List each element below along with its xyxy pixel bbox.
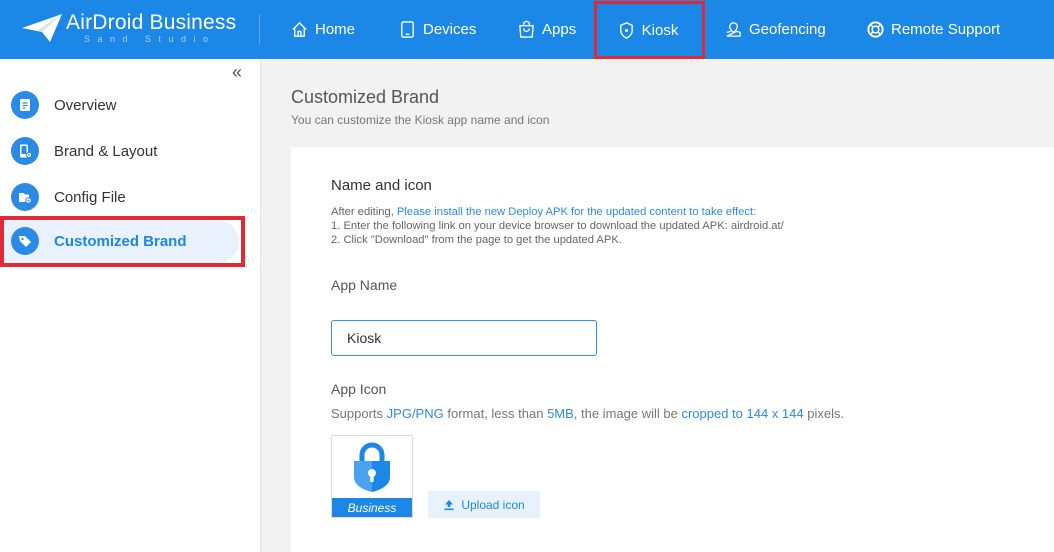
- app-icon-preview: Business: [331, 435, 413, 518]
- sidebar-item-label: Config File: [54, 188, 126, 206]
- settings-card: Name and icon After editing, Please inst…: [291, 147, 1054, 552]
- sidebar-item-label: Customized Brand: [54, 233, 187, 250]
- nav-home[interactable]: Home: [290, 0, 355, 59]
- size-highlight: 5MB: [547, 406, 574, 421]
- lock-icon: [619, 21, 633, 39]
- folder-settings-icon: [11, 183, 39, 211]
- header-divider: [259, 14, 260, 45]
- paper-plane-logo-icon: [22, 14, 62, 42]
- brand-subtitle: Sand Studio: [84, 34, 216, 44]
- upload-icon-button[interactable]: Upload icon: [428, 491, 540, 518]
- upload-icon-label: Upload icon: [461, 497, 525, 512]
- nav-geofencing-label: Geofencing: [749, 21, 826, 38]
- top-navigation-bar: AirDroid Business Sand Studio Home Devic…: [0, 0, 1054, 59]
- page-title: Customized Brand: [291, 87, 440, 107]
- kiosk-lock-icon: [354, 442, 390, 492]
- tag-icon: [11, 227, 39, 255]
- nav-remote-support-label: Remote Support: [891, 21, 1001, 38]
- sidebar: « Overview Brand & Layout Config File Cu…: [0, 59, 261, 552]
- sidebar-item-config-file[interactable]: Config File: [0, 174, 245, 220]
- sidebar-item-brand-layout[interactable]: Brand & Layout: [0, 128, 245, 174]
- section-title: Name and icon: [331, 177, 432, 194]
- sidebar-item-overview[interactable]: Overview: [0, 82, 245, 128]
- note-step-2: 2. Click "Download" from the page to get…: [331, 234, 622, 246]
- phone-settings-icon: [11, 137, 39, 165]
- nav-devices-label: Devices: [423, 21, 477, 38]
- format-highlight: JPG/PNG: [386, 406, 444, 421]
- note-prefix: After editing,: [331, 206, 397, 218]
- nav-devices[interactable]: Devices: [398, 0, 476, 59]
- upload-icon: [444, 499, 454, 510]
- nav-home-label: Home: [315, 21, 356, 38]
- app-icon-label: App Icon: [331, 381, 387, 397]
- airdroid-logo[interactable]: AirDroid Business Sand Studio: [20, 10, 236, 46]
- note-step-1: 1. Enter the following link on your devi…: [331, 220, 784, 232]
- document-icon: [11, 91, 39, 119]
- nav-geofencing[interactable]: Geofencing: [724, 0, 826, 59]
- nav-apps[interactable]: Apps: [517, 0, 576, 59]
- brand-name: AirDroid Business: [66, 11, 237, 34]
- nav-kiosk[interactable]: Kiosk: [594, 1, 705, 59]
- lifebuoy-icon: [867, 21, 884, 38]
- sidebar-item-label: Overview: [54, 96, 117, 114]
- sidebar-item-label: Brand & Layout: [54, 142, 158, 160]
- icon-banner-text: Business: [332, 498, 412, 517]
- nav-apps-label: Apps: [542, 21, 577, 38]
- app-name-input[interactable]: [331, 320, 597, 356]
- shopping-bag-icon: [519, 20, 534, 38]
- icon-requirements: Supports JPG/PNG format, less than 5MB, …: [331, 406, 845, 421]
- deploy-apk-link[interactable]: Please install the new Deploy APK for th…: [397, 206, 756, 218]
- update-note: After editing, Please install the new De…: [331, 205, 784, 247]
- app-name-label: App Name: [331, 277, 398, 293]
- map-pin-icon: [726, 22, 741, 37]
- device-icon: [401, 21, 414, 38]
- crop-highlight: cropped to 144 x 144: [681, 406, 804, 421]
- page-subtitle: You can customize the Kiosk app name and…: [291, 113, 550, 127]
- sidebar-item-customized-brand[interactable]: Customized Brand: [0, 216, 245, 267]
- double-chevron-left-icon[interactable]: «: [232, 63, 242, 81]
- home-icon: [292, 21, 307, 37]
- nav-remote-support[interactable]: Remote Support: [866, 0, 1000, 59]
- nav-kiosk-label: Kiosk: [641, 21, 679, 39]
